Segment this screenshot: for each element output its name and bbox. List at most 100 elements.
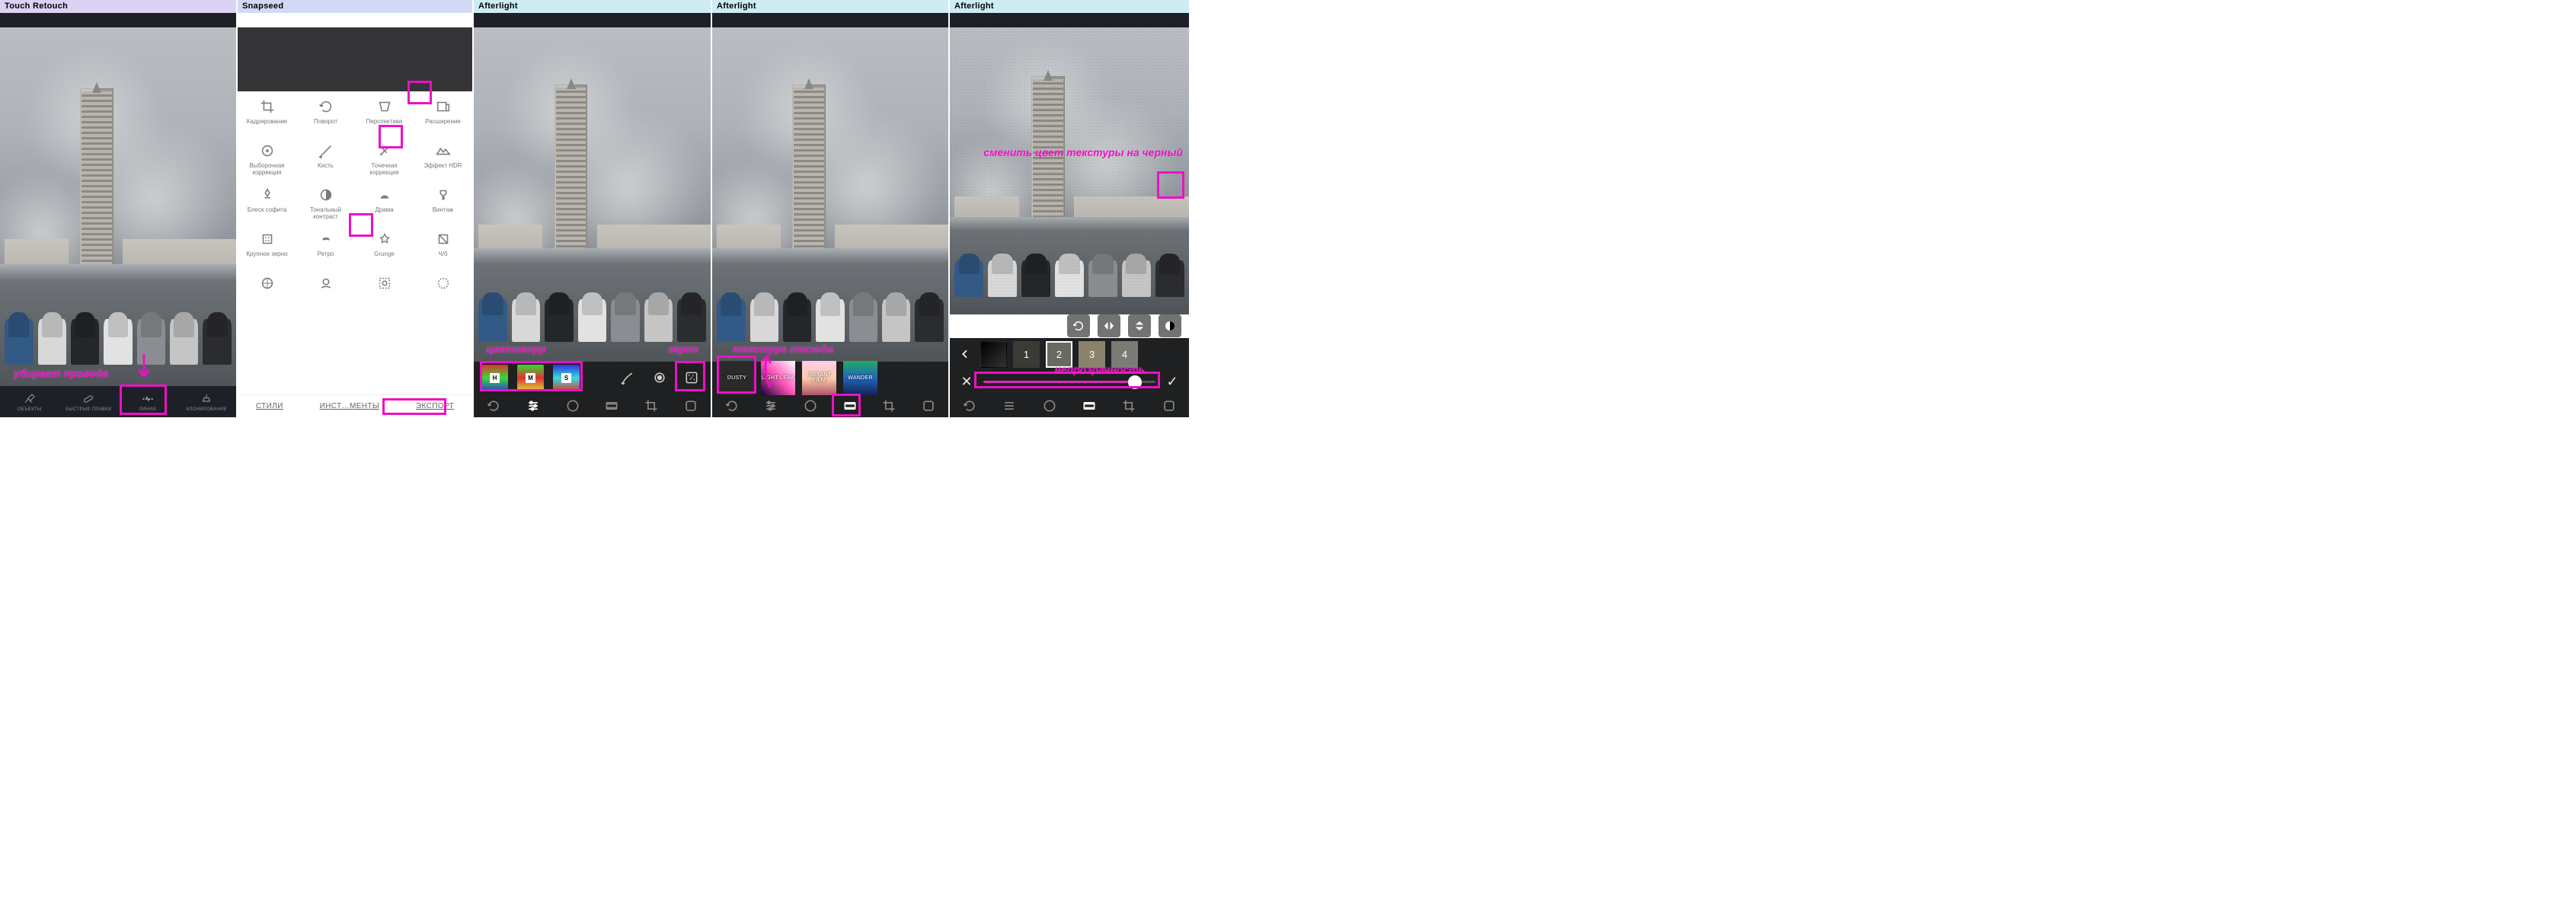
variant-none[interactable] <box>980 341 1007 368</box>
main-toolbar <box>712 394 948 417</box>
tool-icon <box>316 229 336 249</box>
tool-icon <box>316 141 336 161</box>
variant-4[interactable]: 4 <box>1111 341 1138 368</box>
color-shadows[interactable]: S <box>553 365 580 391</box>
slider-knob[interactable] <box>1128 375 1142 389</box>
tool-icon <box>316 273 336 293</box>
undo-icon[interactable] <box>721 394 743 417</box>
tool-label: БЫСТРЫЕ ПРАВКИ <box>66 407 111 412</box>
tool-icon <box>375 185 395 205</box>
filter-wander[interactable]: WANDER <box>843 361 877 395</box>
snapseed-tool[interactable]: Блеск софита <box>238 180 296 224</box>
filters-icon[interactable] <box>561 394 584 417</box>
panel-afterlight-1: Afterlight H M S <box>472 0 711 417</box>
filter-instantfilm[interactable]: INSTANT FILM <box>802 361 836 395</box>
snapseed-tool[interactable]: Расширение <box>414 91 472 136</box>
variant-3[interactable]: 3 <box>1079 341 1105 368</box>
filter-dusty[interactable]: DUSTY <box>720 361 754 395</box>
snapseed-tool[interactable]: Тональный контраст <box>296 180 355 224</box>
photo-canvas[interactable] <box>0 27 236 386</box>
tool-icon <box>375 273 395 293</box>
snapseed-tool[interactable]: Винтаж <box>414 180 472 224</box>
crop-icon[interactable] <box>640 394 663 417</box>
tool-icon <box>375 97 395 116</box>
photo-canvas[interactable] <box>712 27 948 362</box>
snapseed-tool[interactable]: Кисть <box>296 136 355 180</box>
bottom-toolbar: ОБЪЕКТЫ БЫСТРЫЕ ПРАВКИ ЛИНИИ КЛОНИРОВАНИ… <box>0 386 236 417</box>
tool-quick-repair[interactable]: БЫСТРЫЕ ПРАВКИ <box>59 386 119 417</box>
variant-1[interactable]: 1 <box>1013 341 1040 368</box>
bottom-tabs: СТИЛИ ИНСТ…МЕНТЫ ЭКСПОРТ <box>238 394 472 417</box>
color-highlights[interactable]: H <box>481 365 508 391</box>
bandaid-icon <box>80 392 97 406</box>
variant-2[interactable]: 2 <box>1046 341 1072 368</box>
undo-icon[interactable] <box>482 394 505 417</box>
snapseed-tool[interactable]: Драма <box>355 180 414 224</box>
tool-objects[interactable]: ОБЪЕКТЫ <box>0 386 59 417</box>
tool-icon <box>433 141 453 161</box>
confirm-button[interactable]: ✓ <box>1163 373 1181 391</box>
snapseed-tool[interactable]: Крупное зерно <box>238 224 296 268</box>
tool-clone[interactable]: КЛОНИРОВАНИЕ <box>177 386 237 417</box>
status-bar <box>0 13 236 27</box>
snapseed-tool[interactable] <box>238 268 296 312</box>
snapseed-tool[interactable]: Grunge <box>355 224 414 268</box>
snapseed-tool[interactable]: Поворот <box>296 91 355 136</box>
textures-icon[interactable] <box>1078 394 1101 417</box>
snapseed-tool[interactable] <box>355 268 414 312</box>
flip-v-icon[interactable] <box>1128 314 1151 337</box>
panel-title: Afterlight <box>712 0 948 13</box>
undo-icon[interactable] <box>958 394 981 417</box>
tool-label: Точечная коррекция <box>356 163 412 177</box>
invert-icon[interactable] <box>1159 314 1181 337</box>
textures-icon[interactable] <box>839 394 861 417</box>
photo-canvas[interactable] <box>474 27 711 362</box>
adjust-icon[interactable] <box>759 394 782 417</box>
frames-icon[interactable] <box>917 394 940 417</box>
tool-lines[interactable]: ЛИНИИ <box>118 386 177 417</box>
tool-icon <box>257 141 277 161</box>
photo-canvas[interactable] <box>950 27 1189 314</box>
status-bar <box>238 13 472 27</box>
snapseed-tool[interactable]: Кадрирование <box>238 91 296 136</box>
status-bar <box>712 13 948 27</box>
snapseed-tool[interactable] <box>296 268 355 312</box>
snapseed-tool[interactable]: Ч/б <box>414 224 472 268</box>
grain-icon[interactable] <box>680 366 703 389</box>
color-midtones[interactable]: M <box>517 365 544 391</box>
textures-icon[interactable] <box>600 394 623 417</box>
crop-icon[interactable] <box>1117 394 1140 417</box>
snapseed-tool[interactable] <box>414 268 472 312</box>
snapseed-tool[interactable]: Выборочная коррекция <box>238 136 296 180</box>
snapseed-tool[interactable]: Точечная коррекция <box>355 136 414 180</box>
filters-icon[interactable] <box>799 394 822 417</box>
adjust-icon[interactable] <box>522 394 545 417</box>
crop-icon[interactable] <box>877 394 900 417</box>
tab-styles[interactable]: СТИЛИ <box>256 402 283 410</box>
tool-icon <box>433 273 453 293</box>
vignette-icon[interactable] <box>648 366 671 389</box>
snapseed-tool[interactable]: Перспектива <box>355 91 414 136</box>
tab-export[interactable]: ЭКСПОРТ <box>416 402 454 410</box>
status-bar <box>474 13 711 27</box>
rotate-icon[interactable] <box>1067 314 1090 337</box>
back-button[interactable] <box>956 341 974 368</box>
filters-icon[interactable] <box>1038 394 1061 417</box>
tab-tools[interactable]: ИНСТ…МЕНТЫ <box>320 402 380 410</box>
frames-icon[interactable] <box>679 394 702 417</box>
cancel-button[interactable]: ✕ <box>957 373 976 391</box>
tool-label: Расширение <box>425 119 461 126</box>
tool-label: Винтаж <box>433 207 454 214</box>
tool-icon <box>257 97 277 116</box>
opacity-slider[interactable] <box>983 381 1155 383</box>
brush-icon[interactable] <box>616 366 639 389</box>
tool-label: Ч/б <box>438 251 447 258</box>
snapseed-tool[interactable]: Ретро <box>296 224 355 268</box>
flip-h-icon[interactable] <box>1098 314 1120 337</box>
texture-transform-row <box>950 314 1189 337</box>
adjust-icon[interactable] <box>998 394 1021 417</box>
snapseed-tool[interactable]: Эффект HDR <box>414 136 472 180</box>
frames-icon[interactable] <box>1158 394 1181 417</box>
filter-lightleak[interactable]: LIGHT LEAK <box>761 361 795 395</box>
snapseed-preview[interactable] <box>238 27 472 91</box>
